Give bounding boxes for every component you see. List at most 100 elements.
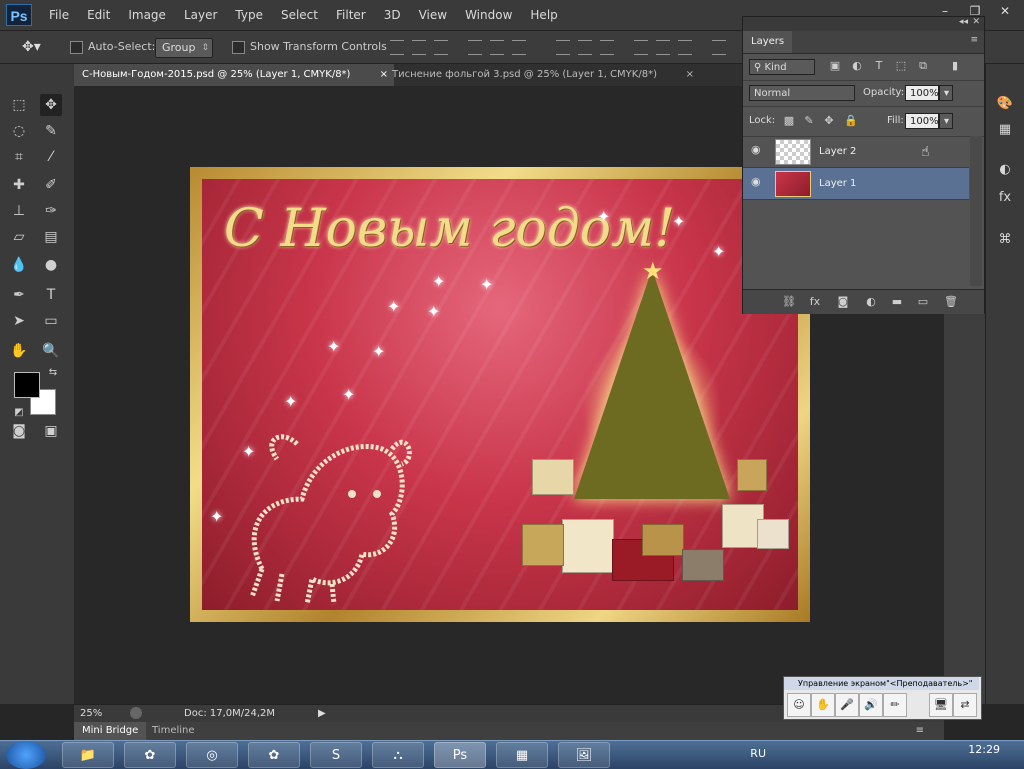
language-indicator[interactable]: RU [750, 747, 766, 760]
menu-window[interactable]: Window [456, 0, 521, 30]
filter-shape-icon[interactable]: ⬚ [893, 58, 909, 74]
swatches-panel-icon[interactable]: ▦ [995, 120, 1015, 140]
tab-document-2[interactable]: Тиснение фольгой 3.psd @ 25% (Layer 1, C… [384, 64, 700, 86]
align-hcenter-icon[interactable] [490, 40, 504, 55]
menu-select[interactable]: Select [272, 0, 327, 30]
start-button[interactable] [6, 741, 46, 769]
move-tool-icon[interactable]: ✥ [40, 94, 62, 116]
menu-edit[interactable]: Edit [78, 0, 119, 30]
blend-mode-dropdown[interactable]: Normal [749, 85, 855, 101]
menu-view[interactable]: View [410, 0, 456, 30]
transfer-icon[interactable]: ⇄ [953, 693, 977, 717]
opacity-input[interactable]: 100% [905, 85, 939, 101]
fill-slider-icon[interactable]: ▾ [939, 113, 953, 129]
adjustments-panel-icon[interactable]: ◐ [995, 160, 1015, 180]
filter-pixel-icon[interactable]: ▣ [827, 58, 843, 74]
zoom-tool-icon[interactable]: 🔍 [40, 340, 62, 362]
dodge-tool-icon[interactable]: ● [40, 254, 62, 276]
photoshop-taskbar-icon[interactable]: Ps [434, 742, 486, 768]
tab-document-1[interactable]: С-Новым-Годом-2015.psd @ 25% (Layer 1, C… [74, 64, 394, 86]
microphone-icon[interactable]: 🎤 [835, 693, 859, 717]
skype-icon[interactable]: S [310, 742, 362, 768]
distribute-vcenter-icon[interactable] [578, 40, 592, 55]
show-transform-checkbox[interactable]: Show Transform Controls [232, 38, 387, 56]
filter-type-icon[interactable]: T [871, 58, 887, 74]
distribute-left-icon[interactable] [634, 40, 648, 55]
fx-icon[interactable]: fx [807, 294, 823, 310]
clone-stamp-tool-icon[interactable]: ⊥ [8, 200, 30, 222]
monitor-icon[interactable]: 🖥 [929, 693, 953, 717]
menu-help[interactable]: Help [521, 0, 566, 30]
menu-type[interactable]: Type [226, 0, 272, 30]
distribute-bottom-icon[interactable] [600, 40, 614, 55]
clock[interactable]: 12:29 [968, 743, 1000, 756]
close-tab-icon[interactable]: × [686, 64, 694, 86]
healing-brush-tool-icon[interactable]: ✚ [8, 174, 30, 196]
align-bottom-icon[interactable] [434, 40, 448, 55]
screen-mode-icon[interactable]: ▣ [40, 420, 62, 442]
filter-kind-dropdown[interactable]: ⚲ Kind [749, 59, 815, 75]
move-tool-preset-icon[interactable]: ✥▾ [22, 38, 41, 56]
brush-tool-icon[interactable]: ✐ [40, 174, 62, 196]
image-viewer-icon[interactable]: 🖼 [558, 742, 610, 768]
student-icon[interactable]: ☺ [787, 693, 811, 717]
menu-3d[interactable]: 3D [375, 0, 410, 30]
pen-icon[interactable]: ✏ [883, 693, 907, 717]
eraser-tool-icon[interactable]: ▱ [8, 226, 30, 248]
fill-input[interactable]: 100% [905, 113, 939, 129]
layers-scrollbar[interactable] [970, 136, 982, 286]
filter-toggle-icon[interactable]: ▮ [947, 58, 963, 74]
align-right-icon[interactable] [512, 40, 526, 55]
type-tool-icon[interactable]: T [40, 284, 62, 306]
speaker-icon[interactable]: 🔊 [859, 693, 883, 717]
rectangle-tool-icon[interactable]: ▭ [40, 310, 62, 332]
opacity-slider-icon[interactable]: ▾ [939, 85, 953, 101]
crop-tool-icon[interactable]: ⌗ [8, 146, 30, 168]
close-button[interactable]: ✕ [992, 2, 1018, 20]
hand-tool-icon[interactable]: ✋ [8, 340, 30, 362]
lock-all-icon[interactable]: 🔒 [843, 113, 859, 129]
align-vcenter-icon[interactable] [412, 40, 426, 55]
auto-select-dropdown[interactable]: Group [155, 38, 213, 58]
color-panel-icon[interactable]: 🎨 [995, 94, 1015, 114]
panel-menu-icon[interactable]: ≡ [916, 722, 924, 740]
mask-icon[interactable]: ◙ [835, 294, 851, 310]
blur-tool-icon[interactable]: 💧 [8, 254, 30, 276]
align-top-icon[interactable] [390, 40, 404, 55]
tab-mini-bridge[interactable]: Mini Bridge [74, 722, 147, 740]
marquee-tool-icon[interactable]: ⬚ [8, 94, 30, 116]
hand-raise-icon[interactable]: ✋ [811, 693, 835, 717]
chrome-icon[interactable]: ◎ [186, 742, 238, 768]
auto-align-icon[interactable] [712, 40, 726, 55]
auto-select-checkbox[interactable]: Auto-Select: [70, 38, 155, 56]
distribute-hcenter-icon[interactable] [656, 40, 670, 55]
folder-icon[interactable]: ▬ [889, 294, 905, 310]
quick-selection-tool-icon[interactable]: ✎ [40, 120, 62, 142]
styles-panel-icon[interactable]: fx [995, 188, 1015, 208]
lock-position-icon[interactable]: ✥ [821, 113, 837, 129]
pdf-icon[interactable]: ⛬ [372, 742, 424, 768]
zoom-level[interactable]: 25% [80, 705, 102, 723]
new-layer-icon[interactable]: ▭ [915, 294, 931, 310]
visibility-eye-icon[interactable]: ◉ [751, 176, 765, 187]
align-left-icon[interactable] [468, 40, 482, 55]
lock-paint-icon[interactable]: ✎ [801, 113, 817, 129]
network-app-icon[interactable]: ▦ [496, 742, 548, 768]
adjustment-icon[interactable]: ◐ [863, 294, 879, 310]
paths-panel-icon[interactable]: ⌘ [995, 230, 1015, 250]
filter-smart-object-icon[interactable]: ⧉ [915, 58, 931, 74]
panel-menu-icon[interactable]: ≡ [970, 35, 978, 45]
pen-tool-icon[interactable]: ✒ [8, 284, 30, 306]
layer-row-layer-1[interactable]: ◉ Layer 1 [743, 168, 969, 200]
explorer-icon[interactable]: 📁 [62, 742, 114, 768]
menu-file[interactable]: File [40, 0, 78, 30]
document-canvas[interactable]: С Новым годом! ✦ ✦ ✦ ✦ ✦ ✦ ✦ ✦ ✦ ✦ ✦ ✦ ✦… [190, 167, 810, 622]
menu-filter[interactable]: Filter [327, 0, 375, 30]
close-panel-icon[interactable]: ✕ [972, 17, 980, 27]
menu-image[interactable]: Image [119, 0, 175, 30]
tab-timeline[interactable]: Timeline [144, 722, 203, 740]
quick-mask-icon[interactable]: ◙ [8, 420, 30, 442]
lock-transparent-icon[interactable]: ▩ [781, 113, 797, 129]
eyedropper-tool-icon[interactable]: ⁄ [40, 146, 62, 168]
gradient-tool-icon[interactable]: ▤ [40, 226, 62, 248]
